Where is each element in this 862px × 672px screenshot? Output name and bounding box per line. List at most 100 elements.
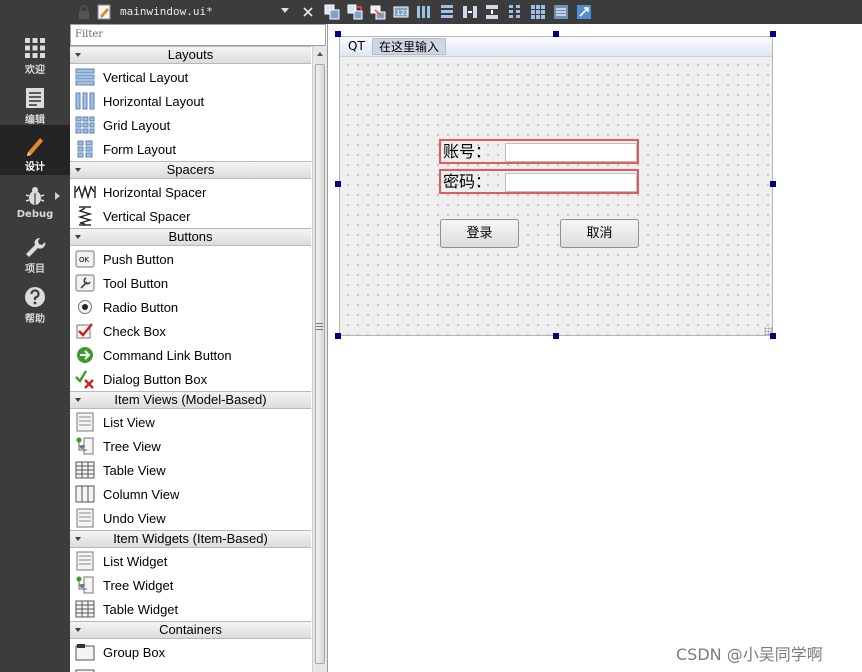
column-view-icon	[74, 483, 96, 505]
widget-item-group-box[interactable]: Group Box	[70, 640, 311, 664]
widget-filter-input[interactable]: Filter	[70, 24, 326, 46]
widget-box-scrollbar[interactable]	[312, 46, 327, 672]
form-menubar[interactable]: QT 在这里输入	[340, 37, 772, 57]
category-spacers[interactable]: Spacers	[70, 161, 311, 179]
mode-edit[interactable]: 编辑	[0, 78, 70, 128]
layout-horizontal-icon[interactable]	[416, 4, 432, 20]
selection-handle[interactable]	[770, 181, 776, 187]
widget-item-tool-button[interactable]: Tool Button	[70, 271, 311, 295]
category-buttons[interactable]: Buttons	[70, 228, 311, 246]
widget-item-form-layout[interactable]: Form Layout	[70, 137, 311, 161]
layout-horizontal-splitter-icon[interactable]	[462, 4, 478, 20]
main-window-form[interactable]: QT 在这里输入 账号： 密码： 登录 取消	[339, 36, 773, 336]
container-icon	[74, 665, 96, 672]
widget-item-label: Dialog Button Box	[103, 371, 208, 387]
collapse-arrow-icon	[75, 398, 81, 402]
widget-item-column-view[interactable]: Column View	[70, 482, 311, 506]
dialog-button-box-icon	[74, 368, 96, 390]
edit-widgets-icon[interactable]	[324, 4, 340, 20]
login-button[interactable]: 登录	[440, 219, 519, 248]
document-name[interactable]: mainwindow.ui*	[120, 4, 213, 20]
category-label: Item Views (Model-Based)	[114, 392, 267, 407]
mode-projects[interactable]: 项目	[0, 227, 70, 277]
tree-widget-icon	[74, 574, 96, 596]
widget-item-next-container[interactable]	[70, 664, 311, 672]
password-input[interactable]	[505, 173, 637, 192]
scroll-up-arrow-icon[interactable]	[317, 52, 323, 56]
ui-file-icon	[96, 4, 112, 20]
edit-tab-order-icon[interactable]: 123	[393, 4, 409, 20]
edit-buddies-icon[interactable]	[370, 4, 386, 20]
form-editor-canvas[interactable]: QT 在这里输入 账号： 密码： 登录 取消	[328, 24, 862, 672]
edit-signals-slots-icon[interactable]	[347, 4, 363, 20]
mode-help[interactable]: 帮助	[0, 277, 70, 327]
widget-item-undo-view[interactable]: Undo View	[70, 506, 311, 530]
widget-item-horizontal-layout[interactable]: Horizontal Layout	[70, 89, 311, 113]
widget-item-check-box[interactable]: Check Box	[70, 319, 311, 343]
widget-item-table-view[interactable]: Table View	[70, 458, 311, 482]
table-widget-icon	[74, 598, 96, 620]
widget-item-list-widget[interactable]: List Widget	[70, 549, 311, 573]
break-layout-icon[interactable]	[553, 4, 569, 20]
selection-handle[interactable]	[770, 31, 776, 37]
mode-welcome[interactable]: 欢迎	[0, 28, 70, 78]
widget-item-label: Check Box	[103, 323, 166, 339]
widget-item-vertical-layout[interactable]: Vertical Layout	[70, 65, 311, 89]
widget-item-grid-layout[interactable]: Grid Layout	[70, 113, 311, 137]
mode-design[interactable]: 设计	[0, 125, 70, 175]
menu-qt[interactable]: QT	[342, 38, 371, 55]
category-containers[interactable]: Containers	[70, 621, 311, 639]
widget-item-list-view[interactable]: List View	[70, 410, 311, 434]
selection-handle[interactable]	[770, 333, 776, 339]
layout-vertical-icon[interactable]	[439, 4, 455, 20]
layout-grid-icon[interactable]	[530, 4, 546, 20]
help-question-icon	[24, 285, 46, 309]
password-row-layout[interactable]: 密码：	[439, 169, 639, 194]
widget-item-tree-view[interactable]: Tree View	[70, 434, 311, 458]
selection-handle[interactable]	[335, 333, 341, 339]
selection-handle[interactable]	[335, 181, 341, 187]
close-document-icon[interactable]	[300, 4, 316, 20]
widget-item-label: Table Widget	[103, 601, 179, 617]
category-item-views[interactable]: Item Views (Model-Based)	[70, 391, 311, 409]
category-layouts[interactable]: Layouts	[70, 46, 311, 64]
selection-handle[interactable]	[335, 31, 341, 37]
vertical-layout-icon	[74, 66, 96, 88]
mode-label: 编辑	[25, 115, 45, 126]
cancel-button[interactable]: 取消	[560, 219, 639, 248]
menu-type-here[interactable]: 在这里输入	[372, 38, 447, 55]
group-box-icon	[74, 641, 96, 663]
widget-item-push-button[interactable]: OK Push Button	[70, 247, 311, 271]
widget-box-panel: Filter Layouts Vertical Layout Horizonta…	[70, 24, 328, 672]
adjust-size-icon[interactable]	[576, 4, 592, 20]
widget-item-radio-button[interactable]: Radio Button	[70, 295, 311, 319]
welcome-grid-icon	[24, 36, 46, 60]
widget-item-dialog-button-box[interactable]: Dialog Button Box	[70, 367, 311, 391]
category-item-widgets[interactable]: Item Widgets (Item-Based)	[70, 530, 311, 548]
command-link-arrow-icon	[74, 344, 96, 366]
category-label: Containers	[159, 622, 222, 637]
selection-handle[interactable]	[553, 31, 559, 37]
watermark-text: CSDN @小吴同学啊	[676, 645, 823, 664]
widget-item-command-link-button[interactable]: Command Link Button	[70, 343, 311, 367]
scrollbar-thumb[interactable]	[315, 64, 325, 664]
account-row-layout[interactable]: 账号：	[439, 139, 639, 164]
widget-item-label: Vertical Spacer	[103, 208, 191, 224]
document-dropdown-icon[interactable]	[281, 8, 289, 14]
mode-menu-arrow-icon[interactable]	[55, 192, 60, 200]
category-label: Layouts	[167, 47, 214, 62]
widget-item-label: Tool Button	[103, 275, 169, 291]
widget-item-vertical-spacer[interactable]: Vertical Spacer	[70, 204, 311, 228]
widget-item-horizontal-spacer[interactable]: Horizontal Spacer	[70, 180, 311, 204]
layout-form-icon[interactable]	[507, 4, 523, 20]
layout-vertical-splitter-icon[interactable]	[484, 4, 500, 20]
selection-handle[interactable]	[553, 333, 559, 339]
widget-item-label: Form Layout	[103, 141, 176, 157]
lock-icon[interactable]	[76, 4, 92, 20]
account-input[interactable]	[505, 143, 637, 162]
mode-debug[interactable]: Debug	[0, 176, 70, 226]
mode-selector-bar: 欢迎 编辑 设计 Debug 项目 帮助	[0, 0, 70, 672]
widget-item-label: Command Link Button	[103, 347, 232, 363]
widget-item-table-widget[interactable]: Table Widget	[70, 597, 311, 621]
widget-item-tree-widget[interactable]: Tree Widget	[70, 573, 311, 597]
